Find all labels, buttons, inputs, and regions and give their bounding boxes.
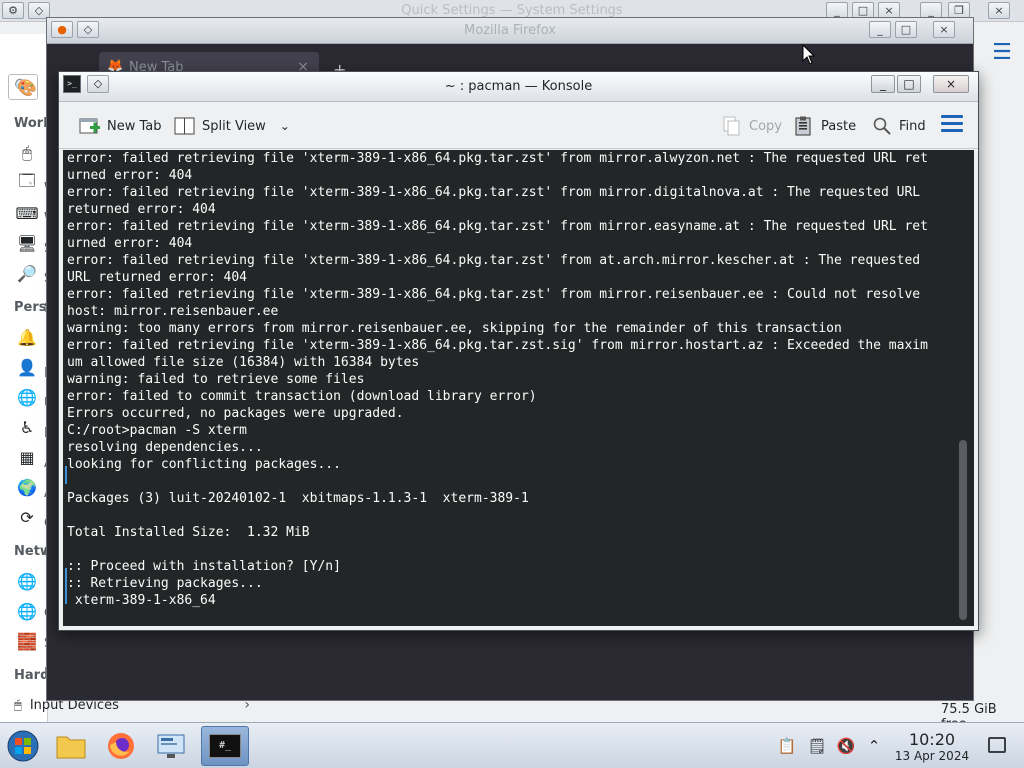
sidebar-icon-firewall[interactable]: 🧱 — [16, 630, 38, 652]
sidebar-icon-window-management[interactable]: 🗔 — [16, 171, 38, 194]
sidebar-icon-workspace-behavior[interactable]: 🖱 — [16, 142, 38, 164]
new-tab-label: New Tab — [107, 118, 162, 134]
clock-date: 13 Apr 2024 — [894, 749, 970, 763]
konsole-menu-icon[interactable] — [941, 115, 963, 135]
sidebar-icon-network-settings[interactable]: 🌐 — [16, 600, 38, 622]
terminal-line: warning: failed to retrieve some files — [67, 372, 365, 387]
mouse-pointer-icon — [802, 44, 816, 65]
paste-button[interactable]: Paste — [793, 114, 856, 138]
sidebar-icon-connections[interactable]: 🌍 — [16, 476, 38, 498]
terminal-line: warning: too many errors from mirror.rei… — [67, 321, 842, 336]
terminal-line: resolving dependencies... — [67, 440, 263, 455]
taskbar-system-settings[interactable] — [150, 726, 192, 766]
split-view-button[interactable]: Split View ⌄ — [174, 114, 290, 138]
volume-muted-icon[interactable]: 🔇 — [836, 736, 856, 756]
new-tab-button[interactable]: New Tab — [79, 114, 162, 138]
terminal-line: xterm-389-1-x86_64 — [67, 593, 216, 608]
terminal-line: Total Installed Size: 1.32 MiB — [67, 525, 310, 540]
input-devices-icon: 🖱 — [14, 697, 22, 713]
clock[interactable]: 10:20 13 Apr 2024 — [892, 731, 972, 764]
taskbar-firefox[interactable] — [100, 726, 142, 766]
split-view-label: Split View — [202, 118, 266, 134]
taskbar-konsole[interactable]: #_ — [201, 726, 249, 766]
terminal-line: urned error: 404 — [67, 168, 193, 183]
konsole-window: >_ ◇ ~ : pacman — Konsole _ □ × New Tab … — [58, 71, 979, 631]
terminal-output[interactable]: error: failed retrieving file 'xterm-389… — [63, 150, 974, 626]
firefox-titlebar[interactable]: ● ◇ Mozilla Firefox _ □ × — [47, 18, 973, 44]
terminal-line: Packages (3) luit-20240102-1 xbitmaps-1.… — [67, 491, 529, 506]
clock-time: 10:20 — [908, 730, 956, 749]
terminal-line: error: failed retrieving file 'xterm-389… — [67, 338, 928, 353]
firefox-minimize-button[interactable]: _ — [869, 21, 891, 38]
firefox-title: Mozilla Firefox — [464, 23, 556, 38]
sidebar-icon-appearance[interactable]: 🎨 — [16, 76, 38, 98]
notes-icon[interactable]: 🗒 — [807, 736, 827, 756]
sidebar-icon-shortcuts[interactable]: ⌨ — [15, 202, 38, 224]
settings-monitor-icon — [157, 734, 185, 758]
sidebar-icon-applications[interactable]: ▦ — [16, 446, 38, 468]
sidebar-icon-network-connections[interactable]: 🌐 — [16, 570, 38, 592]
terminal-icon: #_ — [209, 734, 241, 758]
find-label: Find — [899, 118, 926, 134]
sidebar-icon-users[interactable]: 👤 — [16, 356, 38, 378]
sidebar-icon-search[interactable]: 🔎 — [16, 262, 38, 284]
sidebar-icon-startup[interactable]: 🖥 — [16, 232, 38, 254]
terminal-line: returned error: 404 — [67, 202, 216, 217]
terminal-line: error: failed retrieving file 'xterm-389… — [67, 287, 921, 302]
terminal-scrollbar[interactable] — [959, 440, 967, 620]
terminal-line: looking for conflicting packages... — [67, 457, 341, 472]
paste-label: Paste — [821, 118, 857, 134]
copy-label: Copy — [749, 118, 782, 134]
firefox-icon — [108, 733, 134, 759]
firefox-maximize-button[interactable]: □ — [895, 21, 917, 38]
terminal-line: URL returned error: 404 — [67, 270, 248, 285]
terminal-line: error: failed retrieving file 'xterm-389… — [67, 253, 921, 268]
konsole-toolbar: New Tab Split View ⌄ Copy Paste Find — [59, 103, 978, 149]
find-icon — [871, 116, 893, 136]
chevron-down-icon[interactable]: ⌄ — [280, 119, 290, 133]
terminal-line: :: Retrieving packages... — [67, 576, 263, 591]
copy-button[interactable]: Copy — [721, 114, 782, 138]
terminal-line: host: mirror.reisenbauer.ee — [67, 304, 279, 319]
bg-close-button[interactable]: × — [988, 2, 1010, 19]
sidebar-icon-updates[interactable]: ⟳ — [16, 506, 38, 528]
sidebar-icon-notifications[interactable]: 🔔 — [16, 326, 38, 348]
folder-icon — [56, 736, 86, 759]
terminal-line: error: failed to commit transaction (dow… — [67, 389, 537, 404]
terminal-line: error: failed retrieving file 'xterm-389… — [67, 151, 928, 166]
terminal-line: :: Proceed with installation? [Y/n] — [67, 559, 341, 574]
terminal-line: um allowed file size (16384) with 16384 … — [67, 355, 420, 370]
settings-menu-icon[interactable]: ☰ — [988, 42, 1016, 66]
start-menu-button[interactable] — [2, 726, 44, 766]
konsole-maximize-button[interactable]: □ — [897, 75, 921, 93]
new-tab-icon — [79, 116, 101, 136]
settings-sidebar: 🔍 🎨 Works 🖱 🗔 ⌨ 🖥 🔎 Perso 🔔 👤 🌐 ♿ ▦ 🌍 ⟳ … — [0, 34, 61, 722]
terminal-line: Errors occurred, no packages were upgrad… — [67, 406, 404, 421]
terminal-line: error: failed retrieving file 'xterm-389… — [67, 219, 928, 234]
konsole-close-button[interactable]: × — [933, 75, 969, 93]
taskbar-file-manager[interactable] — [50, 726, 92, 766]
konsole-minimize-button[interactable]: _ — [871, 75, 895, 93]
show-desktop-icon[interactable] — [988, 737, 1006, 753]
sidebar-icon-accessibility[interactable]: ♿ — [16, 416, 38, 438]
terminal-line: error: failed retrieving file 'xterm-389… — [67, 185, 921, 200]
sidebar-icon-regional[interactable]: 🌐 — [16, 386, 38, 408]
taskbar: #_ 📋 🗒 🔇 ⌃ 10:20 13 Apr 2024 — [0, 722, 1024, 768]
chevron-up-icon[interactable]: ⌃ — [864, 736, 884, 756]
start-orb-icon — [7, 730, 39, 762]
konsole-titlebar[interactable]: >_ ◇ ~ : pacman — Konsole _ □ × — [59, 72, 978, 102]
paste-icon — [793, 116, 815, 136]
copy-icon — [721, 116, 743, 136]
split-view-icon — [174, 116, 196, 136]
konsole-title: ~ : pacman — Konsole — [444, 79, 593, 94]
firefox-close-button[interactable]: × — [933, 21, 955, 38]
find-button[interactable]: Find — [871, 114, 926, 138]
terminal-line: C:/root>pacman -S xterm — [67, 423, 248, 438]
terminal-line: urned error: 404 — [67, 236, 193, 251]
clipboard-icon[interactable]: 📋 — [777, 736, 797, 756]
